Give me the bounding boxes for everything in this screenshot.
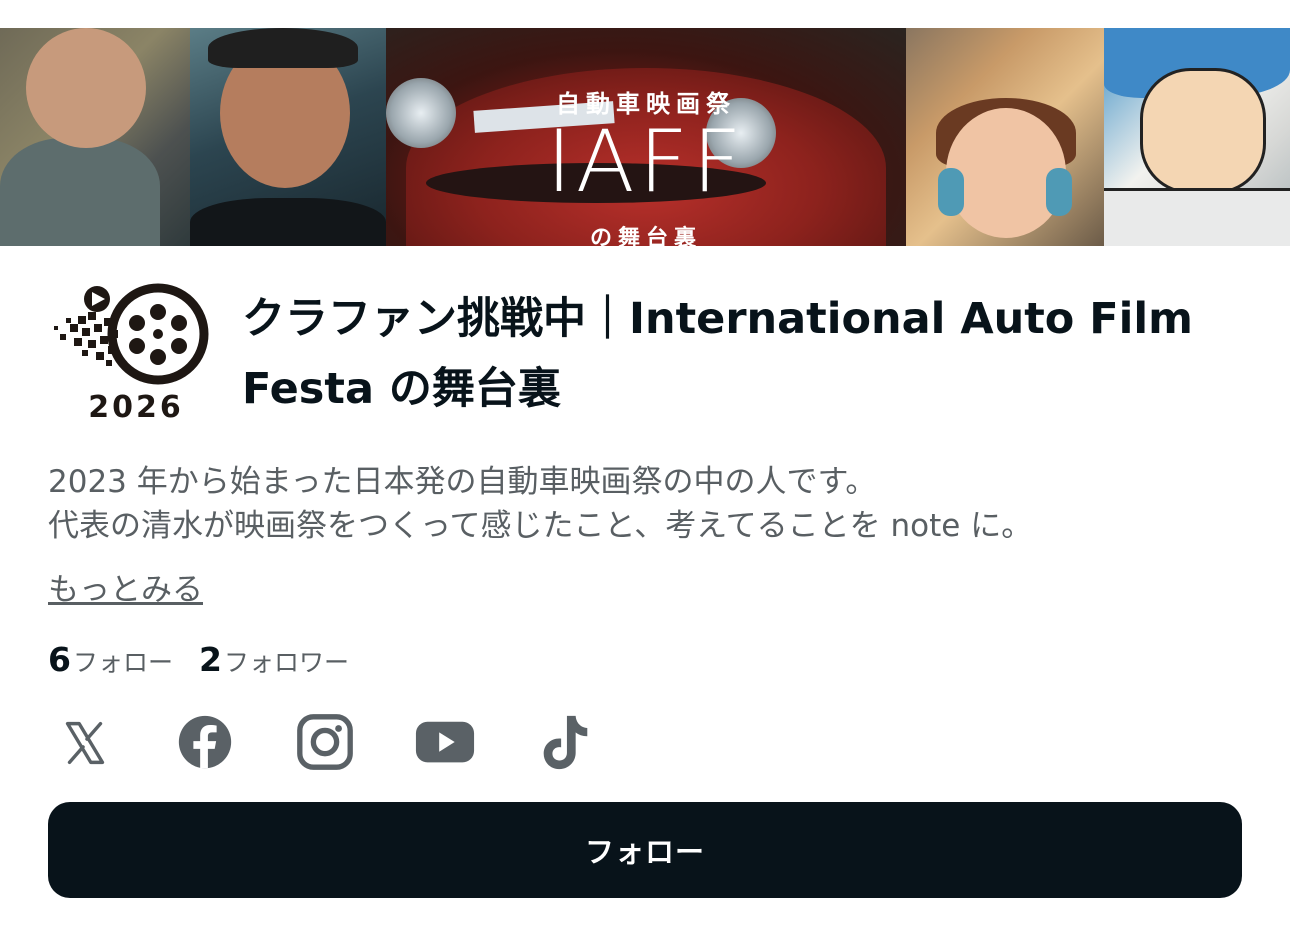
show-more-link[interactable]: もっとみる: [48, 568, 203, 612]
banner-photo-woman: [0, 28, 190, 246]
profile-page: 自動車映画祭 IAFF の舞台裏 2026 クラファン挑戦中｜Internati…: [0, 0, 1290, 933]
banner-illustration-cartoon: [1104, 28, 1290, 246]
x-icon[interactable]: [52, 712, 118, 774]
following-count: 6: [48, 640, 71, 679]
banner-illustration-girl: [906, 28, 1104, 246]
description-line: 2023 年から始まった日本発の自動車映画祭の中の人です。: [48, 464, 877, 500]
description-line: 代表の清水が映画祭をつくって感じたこと、考えてることを note に。: [48, 508, 1033, 544]
followers-label: フォロワー: [223, 648, 349, 677]
followers-stat[interactable]: 2 フォロワー: [199, 640, 349, 679]
profile-description: 2023 年から始まった日本発の自動車映画祭の中の人です。 代表の清水が映画祭を…: [48, 460, 1238, 548]
follow-stats: 6 フォロー 2 フォロワー: [48, 640, 349, 679]
following-label: フォロー: [72, 648, 173, 677]
followers-count: 2: [198, 640, 222, 679]
instagram-icon[interactable]: [292, 712, 358, 774]
banner-photo-man: [190, 28, 386, 246]
social-links: [52, 712, 652, 774]
avatar-year: 2026: [88, 390, 184, 425]
profile-name: クラファン挑戦中｜International Auto Film Festa の…: [242, 294, 1193, 414]
youtube-icon[interactable]: [412, 712, 478, 774]
header-banner: [0, 28, 1290, 246]
following-stat[interactable]: 6 フォロー: [48, 640, 173, 679]
banner-photo-car: [386, 28, 906, 246]
facebook-icon[interactable]: [172, 712, 238, 774]
follow-button[interactable]: フォロー: [48, 802, 1242, 898]
tiktok-icon[interactable]: [532, 712, 598, 774]
